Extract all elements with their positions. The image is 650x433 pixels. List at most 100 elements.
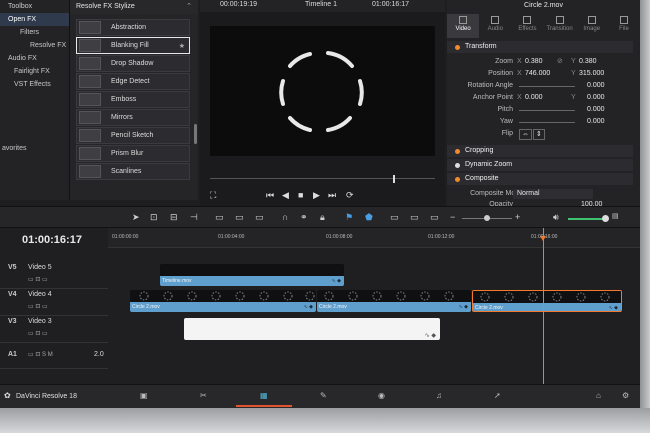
yaw-field[interactable]: 0.000 — [587, 116, 605, 128]
play-icon[interactable]: ▶ — [313, 190, 320, 201]
fusion-page-icon[interactable]: ✎ — [320, 391, 327, 400]
anchor-x-field[interactable]: 0.000 — [525, 92, 543, 104]
fairlight-page-icon[interactable]: ♫ — [436, 391, 442, 400]
zoom-in-icon[interactable]: + — [515, 212, 520, 222]
tree-item-favorites[interactable]: avorites — [0, 142, 27, 155]
tab-video[interactable]: Video — [447, 14, 480, 38]
timeline-ruler[interactable]: 01:00:00:00 01:00:04:00 01:00:08:00 01:0… — [108, 228, 640, 248]
clip-v3-solid[interactable]: ∿ ◆ — [184, 318, 440, 340]
selection-tool-icon[interactable]: ➤ — [132, 212, 140, 223]
overwrite-clip-icon[interactable]: ▭ — [235, 212, 244, 223]
pitch-field[interactable]: 0.000 — [587, 104, 605, 116]
tab-image[interactable]: Image — [576, 14, 608, 38]
composite-mode-select[interactable]: Normal — [513, 189, 593, 199]
tree-item-fairlight-fx[interactable]: Fairlight FX — [0, 65, 69, 78]
trim-tool-icon[interactable]: ⊡ — [150, 212, 158, 223]
viewer-canvas[interactable] — [210, 26, 435, 156]
home-icon[interactable]: ⌂ — [596, 391, 601, 400]
fx-item[interactable]: Abstraction — [76, 19, 190, 36]
playhead[interactable] — [540, 228, 546, 384]
fx-category-header[interactable]: Resolve FX Stylize ⌃ — [70, 0, 198, 14]
yaw-slider[interactable] — [519, 122, 575, 123]
clip-v4-circle-c-selected[interactable]: Circle 2.mov ∿ ◆ — [472, 290, 622, 312]
flip-vertical-icon[interactable]: ⇕ — [533, 129, 545, 140]
rotation-slider[interactable] — [519, 86, 575, 87]
edit-page-icon[interactable]: ▦ — [260, 391, 268, 400]
track-header-v4[interactable]: V4 Video 4 ▭ ⊡ ▭ — [0, 289, 108, 316]
dynamic-zoom-section-header[interactable]: Dynamic Zoom — [447, 159, 633, 171]
zoom-y-field[interactable]: 0.380 — [579, 56, 597, 68]
fx-item[interactable]: Edge Detect — [76, 73, 190, 90]
cut-page-icon[interactable]: ✂ — [200, 391, 207, 400]
track-controls-icon[interactable]: ▭ ⊡ ▭ — [28, 276, 48, 283]
pitch-slider[interactable] — [519, 110, 575, 111]
flip-horizontal-icon[interactable]: ⇔ — [519, 129, 532, 140]
snapping-icon[interactable]: ∩ — [282, 212, 288, 222]
insert-clip-icon[interactable]: ▭ — [215, 212, 224, 223]
audio-level-icon[interactable]: 🔊︎ — [553, 212, 559, 223]
color-page-icon[interactable]: ◉ — [378, 391, 385, 400]
media-page-icon[interactable]: ▣ — [140, 391, 148, 400]
fx-item-selected[interactable]: Blanking Fill ★ — [76, 37, 190, 54]
star-icon[interactable]: ★ — [179, 42, 185, 50]
track-header-v3[interactable]: V3 Video 3 ▭ ⊡ ▭ — [0, 316, 108, 343]
tree-item-audio-fx[interactable]: Audio FX — [0, 52, 69, 65]
cropping-section-header[interactable]: Cropping — [447, 145, 633, 157]
track-controls-icon[interactable]: ▭ ⊡ ▭ — [28, 303, 48, 310]
fx-list-scrollbar[interactable] — [194, 124, 197, 144]
linked-selection-icon[interactable]: ⚭ — [300, 212, 308, 223]
tree-item-filters[interactable]: Filters — [0, 26, 69, 39]
viewer-scrubber[interactable] — [210, 175, 435, 183]
scrubber-handle[interactable] — [393, 175, 395, 183]
timeline-name-dropdown[interactable]: Timeline 1 — [305, 1, 337, 8]
audio-level-slider[interactable] — [568, 215, 609, 222]
flag-icon[interactable]: ⚑ — [345, 212, 353, 223]
tree-item-vst-effects[interactable]: VST Effects — [0, 78, 69, 91]
settings-gear-icon[interactable]: ⚙ — [622, 391, 629, 400]
fx-item[interactable]: Prism Blur — [76, 145, 190, 162]
fx-item[interactable]: Mirrors — [76, 109, 190, 126]
blade-tool-icon[interactable]: ⊣ — [190, 212, 198, 223]
rotation-field[interactable]: 0.000 — [587, 80, 605, 92]
detail-zoom-icon[interactable]: ▭ — [390, 212, 399, 223]
clip-v4-circle-b[interactable]: Circle 2.mov ∿ ◆ — [317, 290, 471, 312]
tree-item-toolbox[interactable]: Toolbox — [0, 0, 69, 13]
fx-item[interactable]: Emboss — [76, 91, 190, 108]
fx-item[interactable]: Drop Shadow — [76, 55, 190, 72]
position-lock-icon[interactable]: 🔒︎ — [320, 212, 325, 223]
chevron-up-icon[interactable]: ⌃ — [186, 0, 192, 14]
composite-section-header[interactable]: Composite — [447, 173, 633, 185]
track-header-v5[interactable]: V5 Video 5 ▭ ⊡ ▭ — [0, 262, 108, 289]
enable-toggle[interactable] — [455, 163, 460, 168]
tab-file[interactable]: File — [608, 14, 640, 38]
replace-clip-icon[interactable]: ▭ — [255, 212, 264, 223]
play-reverse-icon[interactable]: ◀ — [282, 190, 289, 201]
enable-toggle[interactable] — [455, 45, 460, 50]
track-controls-icon[interactable]: ▭ ⊡ S M — [28, 351, 53, 358]
zoom-x-field[interactable]: 0.380 — [525, 56, 543, 68]
zoom-slider[interactable] — [462, 215, 512, 221]
deliver-page-icon[interactable]: ➚ — [494, 391, 501, 400]
clip-v4-circle-a[interactable]: Circle 2.mov ∿ ◆ — [130, 290, 316, 312]
zoom-slider-handle[interactable] — [484, 215, 490, 221]
tree-item-open-fx[interactable]: Open FX — [0, 13, 69, 26]
fx-item[interactable]: Pencil Sketch — [76, 127, 190, 144]
link-icon[interactable]: ⊘ — [557, 56, 563, 68]
dynamic-trim-icon[interactable]: ⊟ — [170, 212, 178, 223]
custom-zoom-icon[interactable]: ▭ — [430, 212, 439, 223]
fx-item[interactable]: Scanlines — [76, 163, 190, 180]
anchor-y-field[interactable]: 0.000 — [587, 92, 605, 104]
loop-icon[interactable]: ⟳ — [346, 190, 354, 201]
viewer-options-icon[interactable]: ⛶ — [210, 190, 216, 201]
dim-toggle-icon[interactable]: ▤ — [612, 212, 619, 220]
skip-forward-icon[interactable]: ⏭ — [328, 190, 336, 201]
track-header-a1[interactable]: A1 ▭ ⊡ S M 2.0 — [0, 343, 108, 369]
skip-back-icon[interactable]: ⏮ — [266, 190, 274, 201]
position-x-field[interactable]: 746.000 — [525, 68, 550, 80]
marker-icon[interactable]: ⬟ — [365, 212, 373, 223]
full-zoom-icon[interactable]: ▭ — [410, 212, 419, 223]
zoom-out-icon[interactable]: − — [450, 212, 455, 222]
tab-audio[interactable]: Audio — [479, 14, 511, 38]
tab-transition[interactable]: Transition — [544, 14, 576, 38]
stop-icon[interactable]: ■ — [298, 190, 303, 200]
